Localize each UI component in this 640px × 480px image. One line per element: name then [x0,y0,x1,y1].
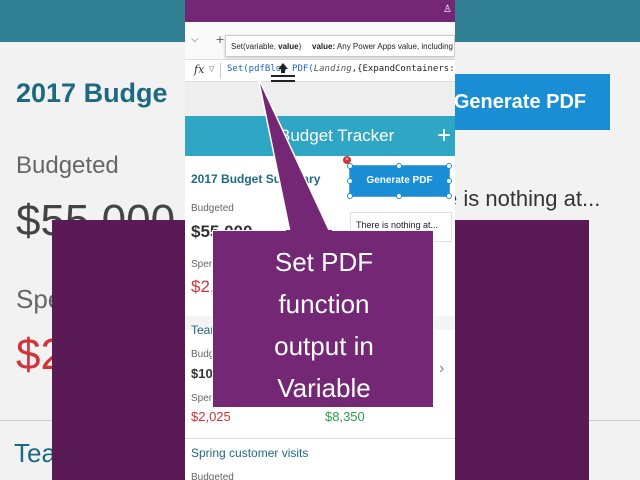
add-icon[interactable]: + [216,31,224,47]
list-item-remaining-value: $8,350 [325,409,365,424]
background-nothing-text: e is nothing at... [445,186,601,211]
formula-separator [220,63,221,79]
list-item-spent-value: $2,025 [191,409,231,424]
annotation-line: function [278,289,370,319]
annotation-bubble: Set PDF function output in Variable [212,230,434,408]
list-item-budgeted-label: Budgeted [191,472,234,480]
fx-icon: fx [194,63,205,76]
selection-handle[interactable] [396,193,402,199]
function-signature-tooltip: Set(variable, value) value: Any Power Ap… [225,35,455,57]
add-icon[interactable]: + [437,122,451,150]
background-generate-button: Generate PDF [430,74,610,130]
annotation-line: output in [274,331,374,361]
annotation-text: Set PDF function output in Variable [213,241,435,409]
annotation-line: Set PDF [274,247,374,277]
app-title: Budget Tracker [279,126,395,145]
formula-input[interactable]: Set(pdfBlob PDF(Landing,{ExpandContainer… [227,64,455,74]
selection-handle[interactable] [446,178,452,184]
formula-bar[interactable]: fx ▽ Set(pdfBlob PDF(Landing,{ExpandCont… [185,60,455,82]
background-budgeted-label: Budgeted [16,152,119,179]
selection-handle[interactable] [446,193,452,199]
user-icon[interactable]: ♙ [443,4,452,15]
list-divider [185,438,455,439]
annotation-line: Variable [277,373,371,403]
tooltip-description: value: Any Power Apps value, including a [312,42,455,51]
selection-handle[interactable] [347,163,353,169]
studio-header: ♙ [185,0,455,22]
chevron-right-icon[interactable]: › [439,360,444,378]
chevron-down-icon[interactable]: ⌵ [191,34,199,45]
background-team-label: Tea [14,438,56,468]
app-header: Budget Tracker + [185,116,455,156]
summary-budgeted-label: Budgeted [191,203,234,214]
selection-handle[interactable] [446,163,452,169]
annotation-bubble-join [286,230,332,234]
background-title: 2017 Budge [16,78,168,108]
selection-handle[interactable] [347,178,353,184]
selection-handle[interactable] [396,163,402,169]
selection-handle[interactable] [347,193,353,199]
tooltip-signature: Set(variable, value) [231,42,302,51]
chevron-down-icon[interactable]: ▽ [209,65,214,73]
canvas-gap [185,82,455,116]
list-item-title[interactable]: Spring customer visits [191,446,308,460]
summary-title: 2017 Budget Summary [191,172,321,186]
generate-pdf-button[interactable]: Generate PDF [349,165,450,197]
